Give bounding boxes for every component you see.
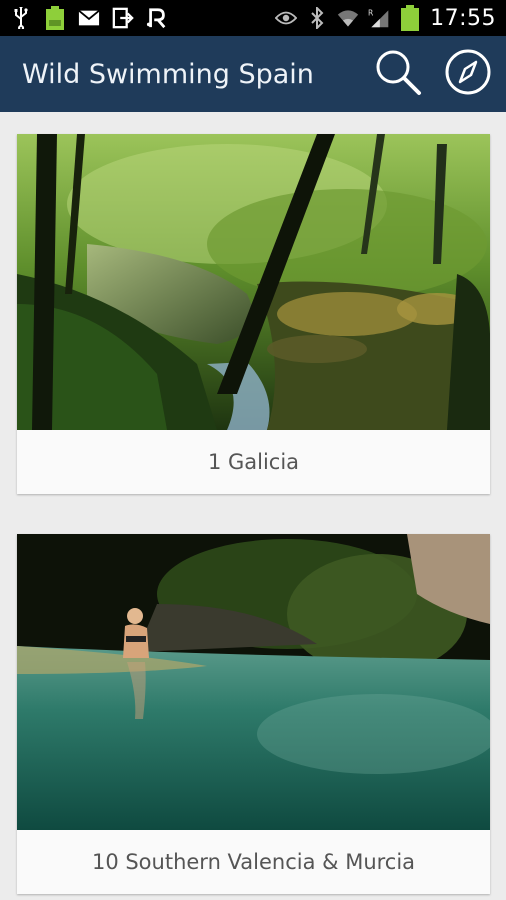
search-button[interactable] — [372, 48, 424, 100]
r-app-icon — [146, 7, 168, 29]
card-label: 1 Galicia — [207, 450, 300, 474]
compass-button[interactable] — [442, 48, 494, 100]
wifi-icon — [337, 7, 359, 29]
location-card-galicia[interactable]: 1 Galicia — [17, 134, 490, 494]
location-list: 1 Galicia 10 Southern Valencia & Murcia — [0, 112, 506, 900]
turquoise-pool-swimmer-photo — [17, 534, 490, 830]
battery-full-icon — [44, 6, 66, 30]
mail-icon — [78, 7, 100, 29]
battery-icon — [399, 5, 421, 31]
sync-icon — [112, 7, 134, 29]
location-card-southern-valencia-murcia[interactable]: 10 Southern Valencia & Murcia — [17, 534, 490, 894]
app-bar: Wild Swimming Spain — [0, 36, 506, 112]
search-icon — [373, 47, 423, 102]
usb-icon — [10, 7, 32, 29]
compass-icon — [444, 48, 492, 101]
card-label: 10 Southern Valencia & Murcia — [91, 850, 416, 874]
status-bar: R 17:55 — [0, 0, 506, 36]
status-time: 17:55 — [430, 5, 496, 31]
svg-text:R: R — [368, 8, 374, 17]
eye-icon — [275, 7, 298, 29]
app-title: Wild Swimming Spain — [22, 58, 314, 90]
signal-icon: R — [368, 7, 390, 29]
forest-river-photo — [17, 134, 490, 430]
bluetooth-icon — [306, 7, 328, 29]
